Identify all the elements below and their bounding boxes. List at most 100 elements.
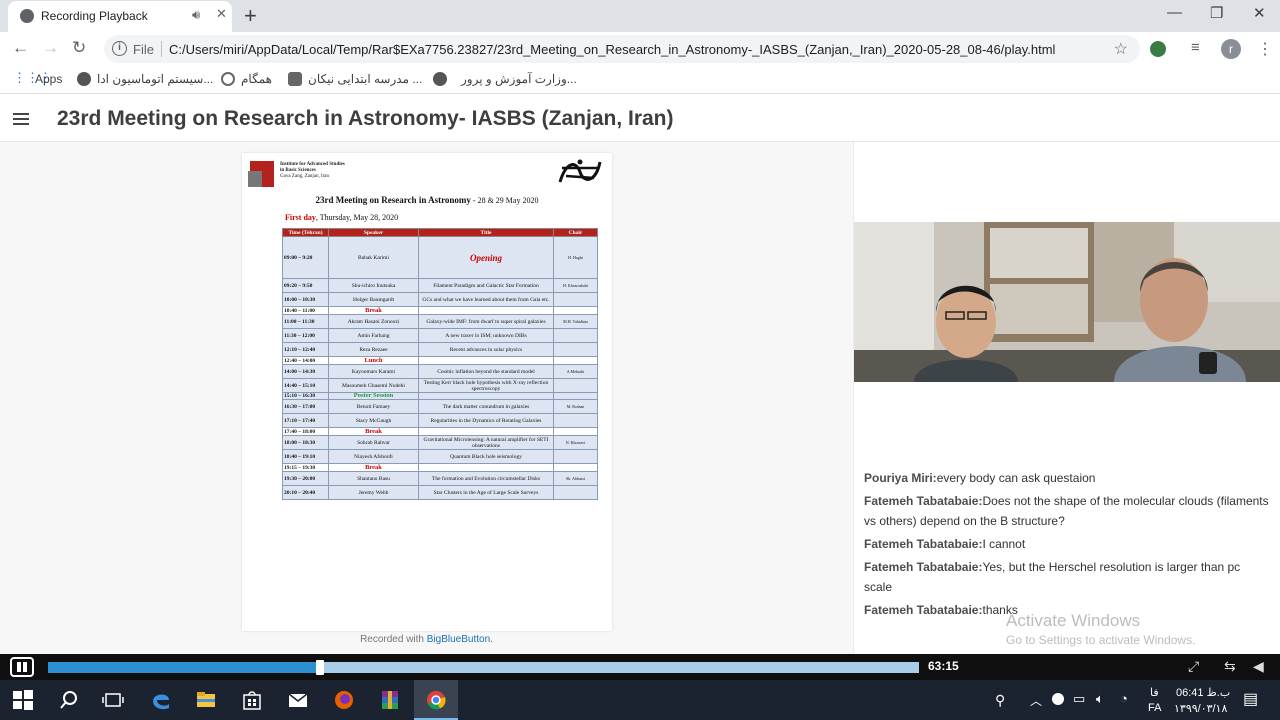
battery-icon[interactable]: ▭ bbox=[1073, 691, 1085, 707]
row-time: 16:30 – 17:00 bbox=[282, 399, 329, 414]
taskbar-time[interactable]: 06:41 ب.ظ bbox=[1176, 686, 1230, 699]
bookmark-automation[interactable]: سیستم اتوماسیون ادا... bbox=[97, 72, 213, 86]
task-view-icon[interactable] bbox=[102, 689, 124, 711]
row-time: 18:00 – 18:30 bbox=[282, 435, 329, 450]
row-title: Cosmic inflation beyond the standard mod… bbox=[418, 364, 554, 379]
media-queue-icon[interactable]: ≡ bbox=[1191, 39, 1200, 56]
language-indicator-top[interactable]: فا bbox=[1150, 686, 1159, 699]
winrar-icon[interactable] bbox=[379, 689, 401, 711]
row-chair bbox=[553, 485, 598, 500]
schedule-row: 14:00 – 14:30 Kayoomars Karami Cosmic infl… bbox=[282, 364, 598, 379]
row-title: The formation and Evolution circumstella… bbox=[418, 471, 554, 486]
menu-dots-icon[interactable]: ⋮ bbox=[1257, 39, 1273, 59]
notification-icon[interactable]: ▤ bbox=[1243, 689, 1258, 709]
bigbluebutton-link[interactable]: BigBlueButton. bbox=[427, 634, 493, 645]
store-icon[interactable] bbox=[241, 689, 263, 711]
schedule-row: 16:30 – 17:00 Benoit Famaey The dark matte… bbox=[282, 399, 598, 414]
globe-icon bbox=[77, 72, 91, 86]
taskbar-date[interactable]: ۱۳۹۹/۰۳/۱۸ bbox=[1174, 702, 1227, 715]
schedule-row: 19:15 – 19:30 Break bbox=[282, 463, 598, 472]
row-title: Quantum Black hole seismology bbox=[418, 449, 554, 464]
bookmark-school[interactable]: مدرسه ابتدایی نیکان ... bbox=[308, 72, 422, 86]
forward-icon[interactable]: → bbox=[42, 38, 59, 58]
info-icon[interactable]: i bbox=[112, 41, 127, 56]
row-title: The dark matter conundrum in galaxies bbox=[418, 399, 554, 414]
tab-recording-playback[interactable]: Recording Playback 🔊︎ ✕ bbox=[8, 1, 232, 32]
profile-avatar[interactable]: r bbox=[1221, 39, 1241, 59]
row-chair: H. Khosroshahi bbox=[553, 278, 598, 293]
col-time: Time (Tehran) bbox=[282, 228, 329, 237]
hamburger-menu-icon[interactable] bbox=[13, 113, 29, 125]
row-chair bbox=[553, 342, 598, 357]
pause-button[interactable] bbox=[10, 657, 34, 677]
minimize-icon[interactable]: — bbox=[1167, 4, 1182, 21]
row-chair bbox=[553, 378, 598, 393]
bookmark-apps[interactable]: Apps bbox=[35, 72, 62, 86]
browser-toolbar: ← → ↻ i File C:/Users/miri/AppData/Local… bbox=[0, 32, 1280, 66]
col-title: Title bbox=[418, 228, 554, 237]
slide-day: First day, Thursday, May 28, 2020 bbox=[285, 213, 399, 222]
tray-app-icon[interactable] bbox=[1052, 693, 1064, 705]
apps-grid-icon[interactable]: ⋮⋮⋮ bbox=[13, 70, 52, 85]
schedule-row: 09:00 – 9:20 Babak Karimi Opening H. Haghi bbox=[282, 236, 598, 279]
row-title bbox=[418, 427, 554, 436]
row-speaker: Amin Farhang bbox=[328, 328, 419, 343]
row-title: Galaxy-wide IMF: from dwarf to super spi… bbox=[418, 314, 554, 329]
row-title bbox=[418, 306, 554, 315]
chat-text: I cannot bbox=[982, 537, 1026, 551]
chrome-icon[interactable] bbox=[425, 689, 447, 711]
globe-icon bbox=[433, 72, 447, 86]
close-tab-icon[interactable]: ✕ bbox=[216, 6, 227, 22]
new-tab-button[interactable]: + bbox=[244, 3, 257, 29]
edge-icon[interactable] bbox=[150, 689, 172, 711]
tray-chevron-icon[interactable]: ︿ bbox=[1030, 692, 1042, 709]
schedule-row: 10:00 – 10:30 Holger Baumgardt GCs and wha… bbox=[282, 292, 598, 307]
swap-layout-icon[interactable]: ⇆ bbox=[1224, 658, 1236, 675]
slide-title: 23rd Meeting on Research in Astronomy - … bbox=[315, 195, 539, 205]
tab-title: Recording Playback bbox=[41, 9, 148, 23]
schedule-table: Time (Tehran) Speaker Title Chair 09:00 … bbox=[282, 228, 598, 500]
people-icon[interactable]: ⚲ bbox=[995, 692, 1005, 709]
row-chair: M. Roshan bbox=[553, 399, 598, 414]
extension-icon[interactable] bbox=[1150, 41, 1166, 57]
row-speaker: Reza Rezaee bbox=[328, 342, 419, 357]
page-title: 23rd Meeting on Research in Astronomy- I… bbox=[57, 107, 674, 130]
close-window-icon[interactable]: ✕ bbox=[1253, 4, 1266, 22]
bookmark-hamgam[interactable]: همگام bbox=[241, 72, 272, 86]
windows-taskbar: ⚲ ︿ ▭ 🔈︎ ◔ فا FA 06:41 ب.ظ ۱۳۹۹/۰۳/۱۸ ▤ bbox=[0, 680, 1280, 720]
address-bar[interactable]: i File C:/Users/miri/AppData/Local/Temp/… bbox=[104, 35, 1140, 63]
url-text[interactable]: C:/Users/miri/AppData/Local/Temp/Rar$EXa… bbox=[169, 42, 1055, 57]
bookmark-ministry[interactable]: وزارت آموزش و پرور... bbox=[461, 72, 577, 86]
wifi-icon[interactable]: ◔ bbox=[1120, 691, 1128, 706]
windows-start-icon[interactable] bbox=[12, 689, 34, 711]
webcam-video[interactable] bbox=[854, 222, 1280, 382]
schedule-row: 12:40 – 14:00 Lunch bbox=[282, 356, 598, 365]
row-chair bbox=[553, 392, 598, 400]
row-chair bbox=[553, 356, 598, 365]
row-time: 20:10 – 20:40 bbox=[282, 485, 329, 500]
schedule-row: 17:10 – 17:40 Stacy McGaugh Regularities i… bbox=[282, 413, 598, 428]
progress-bar[interactable] bbox=[48, 660, 919, 675]
row-time: 10:00 – 10:30 bbox=[282, 292, 329, 307]
progress-thumb[interactable] bbox=[316, 660, 324, 675]
reload-icon[interactable]: ↻ bbox=[72, 38, 86, 58]
schedule-row: 17:40 – 18:00 Break bbox=[282, 427, 598, 436]
fullscreen-icon[interactable]: ⤢ bbox=[1188, 658, 1199, 675]
star-icon[interactable]: ☆ bbox=[1114, 39, 1128, 59]
language-indicator[interactable]: FA bbox=[1148, 702, 1161, 714]
back-icon[interactable]: ← bbox=[12, 38, 29, 58]
file-explorer-icon[interactable] bbox=[195, 689, 217, 711]
firefox-icon[interactable] bbox=[333, 689, 355, 711]
volume-icon[interactable]: ◀ bbox=[1253, 658, 1264, 675]
row-title: Gravitational Microlensing: A natural am… bbox=[418, 435, 554, 450]
row-time: 17:10 – 17:40 bbox=[282, 413, 329, 428]
schedule-row: 20:10 – 20:40 Jeremy Webb Star Clusters in… bbox=[282, 485, 598, 500]
row-speaker: Shantanu Basu bbox=[328, 471, 419, 486]
speaker-icon[interactable]: 🔊︎ bbox=[192, 7, 200, 23]
row-title bbox=[418, 356, 554, 365]
restore-icon[interactable]: ❐ bbox=[1210, 4, 1223, 22]
volume-tray-icon[interactable]: 🔈︎ bbox=[1096, 691, 1104, 707]
search-icon[interactable] bbox=[58, 689, 80, 711]
mail-icon[interactable] bbox=[287, 689, 309, 711]
row-speaker: Niayesh Afshordi bbox=[328, 449, 419, 464]
